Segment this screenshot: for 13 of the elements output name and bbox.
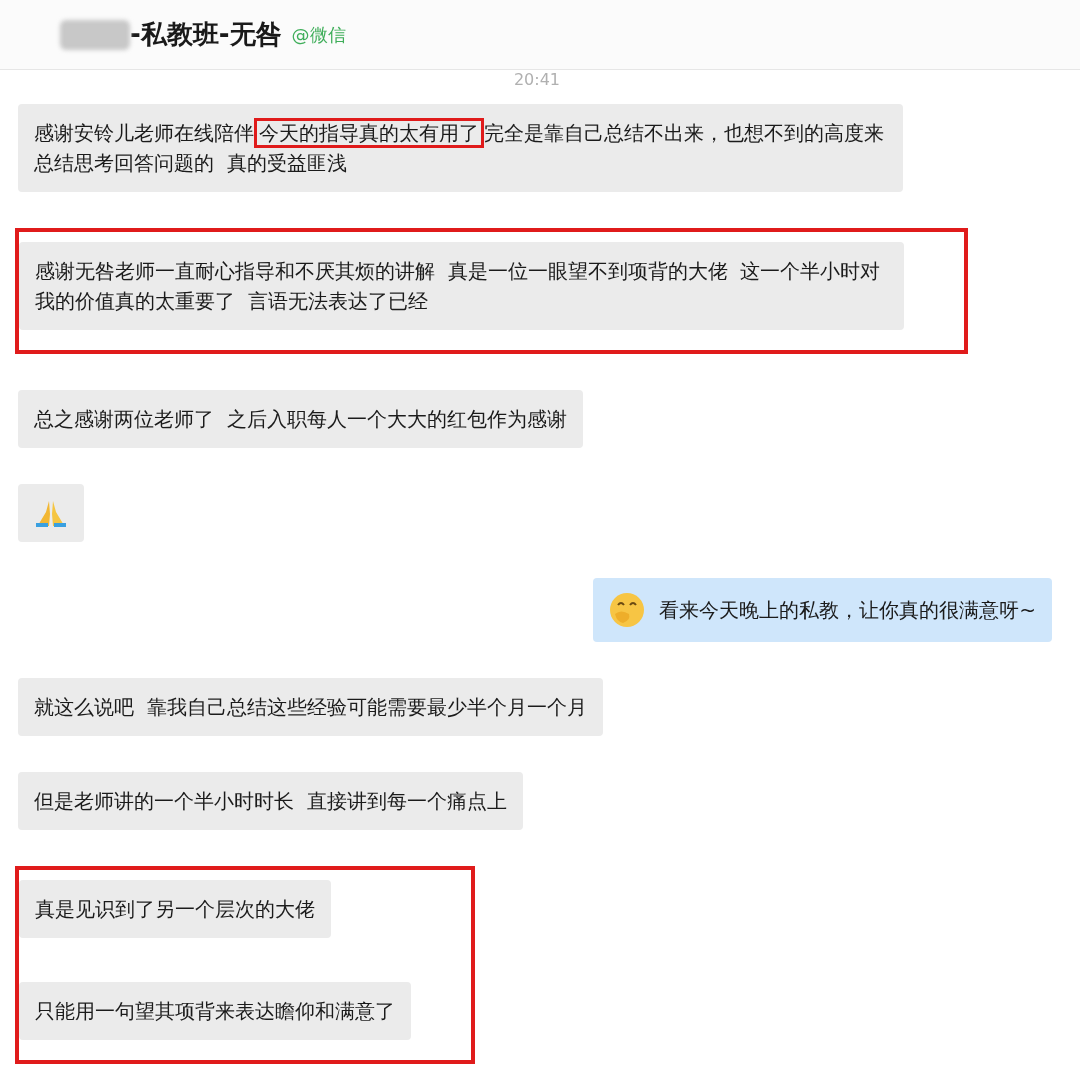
message-text: 但是老师讲的一个半小时时长 直接讲到每一个痛点上: [34, 788, 507, 815]
message-text: 真是见识到了另一个层次的大佬: [35, 896, 315, 923]
message-text: 总之感谢两位老师了 之后入职每人一个大大的红包作为感谢: [34, 406, 567, 433]
chat-title: -私教班-无咎: [130, 18, 282, 51]
smiling-face-icon: [609, 592, 646, 628]
message-text: 感谢无咎老师一直耐心指导和不厌其烦的讲解 真是一位一眼望不到项背的大佬 这一个半小时对我的价值真的太重要了 言语无法表达了已经: [35, 258, 882, 315]
message-text: 看来今天晚上的私教，让你真的很满意呀~: [659, 597, 1036, 624]
message-text: 感谢安铃儿老师在线陪伴 今天的指导真的太有用了 完全是靠自己总结不出来，也想不到的高度来总结思考回答问题的 真的受益匪浅: [34, 118, 887, 178]
message-text: 只能用一句望其项背来表达瞻仰和满意了: [35, 998, 395, 1025]
blurred-name: [60, 19, 130, 50]
timestamp: 20:41: [513, 70, 560, 90]
source-label: @微信: [291, 23, 346, 47]
message-text: 就这么说吧 靠我自己总结这些经验可能需要最少半个月一个月: [34, 694, 587, 721]
